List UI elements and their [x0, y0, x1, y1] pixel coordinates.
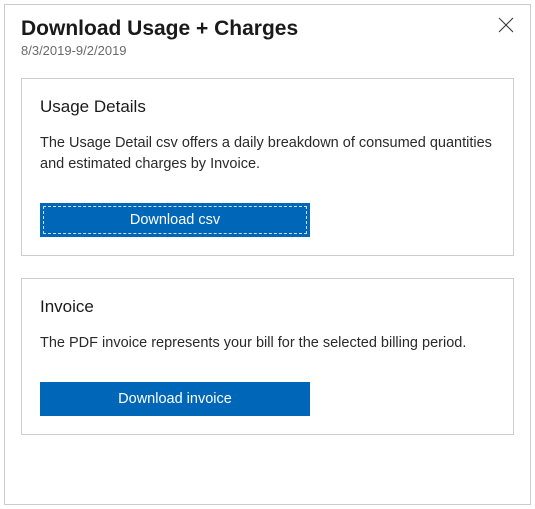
invoice-description: The PDF invoice represents your bill for…: [40, 333, 495, 354]
download-usage-charges-panel: Download Usage + Charges 8/3/2019-9/2/20…: [4, 4, 531, 505]
panel-title: Download Usage + Charges: [21, 15, 514, 42]
invoice-card: Invoice The PDF invoice represents your …: [21, 278, 514, 435]
usage-details-description: The Usage Detail csv offers a daily brea…: [40, 133, 495, 175]
panel-header: Download Usage + Charges 8/3/2019-9/2/20…: [21, 15, 514, 58]
usage-details-title: Usage Details: [40, 97, 495, 117]
download-invoice-button[interactable]: Download invoice: [40, 382, 310, 416]
invoice-title: Invoice: [40, 297, 495, 317]
close-icon: [498, 17, 514, 33]
close-button[interactable]: [496, 15, 516, 35]
usage-details-card: Usage Details The Usage Detail csv offer…: [21, 78, 514, 256]
download-csv-button[interactable]: Download csv: [40, 203, 310, 237]
date-range: 8/3/2019-9/2/2019: [21, 43, 514, 58]
